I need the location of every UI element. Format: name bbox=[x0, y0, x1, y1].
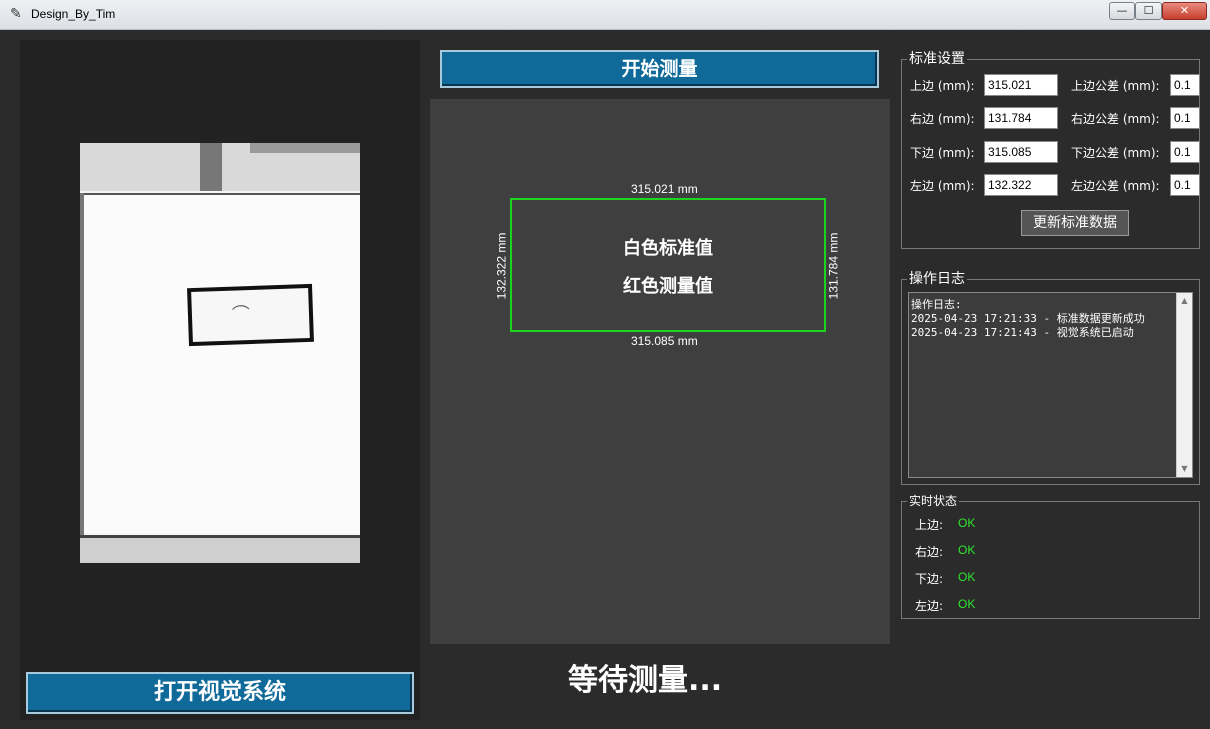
status-top-value: OK bbox=[958, 516, 976, 530]
window-body: ⌒ 打开视觉系统 开始测量 315.021 mm 132.322 mm 131.… bbox=[8, 30, 1210, 729]
open-vision-system-button[interactable]: 打开视觉系统 bbox=[26, 672, 414, 714]
camera-edge bbox=[80, 193, 84, 563]
log-line: 2025-04-23 17:21:43 - 视觉系统已启动 bbox=[911, 326, 1134, 339]
update-standard-button[interactable]: 更新标准数据 bbox=[1021, 210, 1129, 236]
status-right-label: 右边: bbox=[915, 545, 944, 559]
top-edge-label: 上边 (mm): bbox=[910, 79, 975, 93]
dim-bottom-label: 315.085 mm bbox=[631, 334, 698, 348]
measure-status-text: 等待测量... bbox=[568, 663, 723, 698]
camera-target-rectangle: ⌒ bbox=[187, 283, 314, 347]
status-bottom-value: OK bbox=[958, 570, 976, 584]
right-edge-input[interactable] bbox=[984, 107, 1058, 129]
log-scrollbar[interactable]: ▲ ▼ bbox=[1176, 293, 1192, 477]
close-button[interactable]: ✕ bbox=[1162, 2, 1207, 20]
camera-background-post bbox=[200, 143, 222, 191]
standard-settings-title: 标准设置 bbox=[907, 51, 967, 67]
standard-rectangle bbox=[510, 198, 826, 332]
camera-scribble: ⌒ bbox=[231, 304, 251, 326]
feather-icon: ✎ bbox=[10, 6, 22, 22]
right-edge-label: 右边 (mm): bbox=[910, 112, 975, 126]
dim-top-label: 315.021 mm bbox=[631, 182, 698, 196]
status-right-value: OK bbox=[958, 543, 976, 557]
realtime-status-group: 实时状态 上边: OK 右边: OK 下边: OK 左边: OK bbox=[901, 493, 1200, 619]
dim-left-label: 132.322 mm bbox=[494, 232, 509, 300]
operation-log-group: 操作日志 操作日志: 2025-04-23 17:21:33 - 标准数据更新成… bbox=[901, 271, 1200, 485]
camera-background-shelf bbox=[250, 143, 360, 153]
bottom-edge-label: 下边 (mm): bbox=[910, 146, 975, 160]
standard-settings-group: 标准设置 上边 (mm): 上边公差 (mm): 右边 (mm): 右边公差 (… bbox=[901, 51, 1200, 249]
left-edge-label: 左边 (mm): bbox=[910, 179, 975, 193]
left-tolerance-input[interactable] bbox=[1170, 174, 1200, 196]
legend-standard: 白色标准值 bbox=[623, 238, 713, 259]
left-tolerance-label: 左边公差 (mm): bbox=[1071, 179, 1160, 193]
scroll-up-icon[interactable]: ▲ bbox=[1177, 293, 1192, 309]
scroll-down-icon[interactable]: ▼ bbox=[1177, 461, 1192, 477]
status-bottom-label: 下边: bbox=[915, 572, 944, 586]
status-top-label: 上边: bbox=[915, 518, 944, 532]
bottom-tolerance-input[interactable] bbox=[1170, 141, 1200, 163]
top-tolerance-input[interactable] bbox=[1170, 74, 1200, 96]
start-measure-button[interactable]: 开始测量 bbox=[440, 50, 879, 88]
dim-right-label: 131.784 mm bbox=[826, 232, 841, 300]
maximize-button[interactable]: ☐ bbox=[1135, 2, 1162, 20]
legend-measured: 红色测量值 bbox=[623, 276, 713, 297]
title-bar: ✎ Design_By_Tim — ☐ ✕ bbox=[0, 0, 1210, 30]
status-left-label: 左边: bbox=[915, 599, 944, 613]
operation-log-title: 操作日志 bbox=[907, 271, 967, 287]
status-left-value: OK bbox=[958, 597, 976, 611]
right-tolerance-input[interactable] bbox=[1170, 107, 1200, 129]
window-title: Design_By_Tim bbox=[31, 7, 116, 21]
log-textarea[interactable]: 操作日志: 2025-04-23 17:21:33 - 标准数据更新成功 202… bbox=[908, 292, 1193, 478]
right-tolerance-label: 右边公差 (mm): bbox=[1071, 112, 1160, 126]
measurement-canvas: 315.021 mm 132.322 mm 131.784 mm 315.085… bbox=[430, 99, 890, 644]
minimize-button[interactable]: — bbox=[1109, 2, 1135, 20]
bottom-tolerance-label: 下边公差 (mm): bbox=[1071, 146, 1160, 160]
camera-preview: ⌒ bbox=[80, 143, 360, 563]
camera-panel: ⌒ 打开视觉系统 bbox=[20, 40, 420, 720]
top-edge-input[interactable] bbox=[984, 74, 1058, 96]
realtime-status-title: 实时状态 bbox=[907, 493, 960, 509]
camera-paper bbox=[80, 193, 360, 533]
top-tolerance-label: 上边公差 (mm): bbox=[1071, 79, 1160, 93]
camera-background-bottom bbox=[80, 535, 360, 563]
left-edge-input[interactable] bbox=[984, 174, 1058, 196]
bottom-edge-input[interactable] bbox=[984, 141, 1058, 163]
